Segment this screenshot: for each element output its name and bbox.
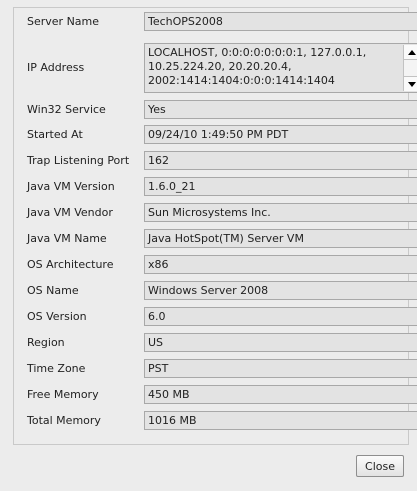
free-memory-field: 450 MB xyxy=(144,385,417,404)
jvm-name-label: Java VM Name xyxy=(27,232,107,245)
started-at-label: Started At xyxy=(27,128,83,141)
os-architecture-field: x86 xyxy=(144,255,417,274)
ip-address-text: LOCALHOST, 0:0:0:0:0:0:0:1, 127.0.0.1, 1… xyxy=(148,46,367,87)
os-architecture-label: OS Architecture xyxy=(27,258,114,271)
arrow-down-icon xyxy=(408,81,416,87)
total-memory-field: 1016 MB xyxy=(144,411,417,430)
server-info-dialog: Server Name TechOPS2008 IP Address LOCAL… xyxy=(0,0,417,491)
os-name-field: Windows Server 2008 xyxy=(144,281,417,300)
time-zone-field: PST xyxy=(144,359,417,378)
jvm-version-field: 1.6.0_21 xyxy=(144,177,417,196)
server-name-label: Server Name xyxy=(27,15,100,28)
scroll-down-button[interactable] xyxy=(404,76,417,91)
jvm-name-field: Java HotSpot(TM) Server VM xyxy=(144,229,417,248)
os-version-label: OS Version xyxy=(27,310,87,323)
os-name-label: OS Name xyxy=(27,284,79,297)
total-memory-label: Total Memory xyxy=(27,414,101,427)
region-label: Region xyxy=(27,336,65,349)
properties-panel: Server Name TechOPS2008 IP Address LOCAL… xyxy=(13,7,417,445)
ip-address-field[interactable]: LOCALHOST, 0:0:0:0:0:0:0:1, 127.0.0.1, 1… xyxy=(144,43,417,93)
os-version-field: 6.0 xyxy=(144,307,417,326)
arrow-up-icon xyxy=(408,49,416,55)
scroll-up-button[interactable] xyxy=(404,45,417,60)
win32-service-field: Yes xyxy=(144,100,417,119)
ip-address-scrollbar[interactable] xyxy=(403,45,417,91)
trap-port-label: Trap Listening Port xyxy=(27,154,130,167)
close-button[interactable]: Close xyxy=(356,455,404,477)
started-at-field: 09/24/10 1:49:50 PM PDT xyxy=(144,125,417,144)
jvm-version-label: Java VM Version xyxy=(27,180,115,193)
free-memory-label: Free Memory xyxy=(27,388,99,401)
server-name-field: TechOPS2008 xyxy=(144,12,417,31)
jvm-vendor-field: Sun Microsystems Inc. xyxy=(144,203,417,222)
trap-port-field: 162 xyxy=(144,151,417,170)
region-field: US xyxy=(144,333,417,352)
ip-address-label: IP Address xyxy=(27,61,85,74)
win32-service-label: Win32 Service xyxy=(27,103,106,116)
jvm-vendor-label: Java VM Vendor xyxy=(27,206,113,219)
time-zone-label: Time Zone xyxy=(27,362,86,375)
